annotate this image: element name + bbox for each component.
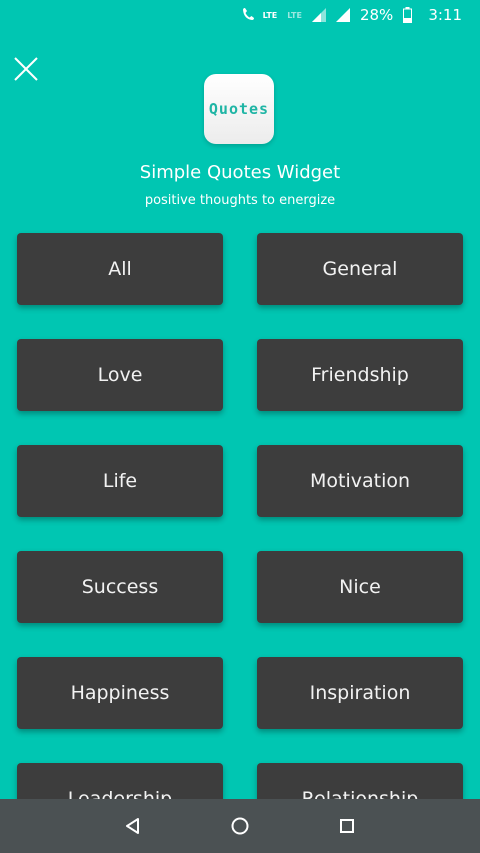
clock: 3:11 (428, 6, 462, 24)
status-bar: LTE LTE 28% 3:11 (0, 0, 480, 30)
app-subtitle: positive thoughts to energize (144, 193, 336, 208)
category-grid: All General Love Friendship Life Motivat… (17, 233, 463, 835)
back-button[interactable] (113, 806, 153, 846)
navigation-bar (0, 799, 480, 853)
back-icon (126, 818, 140, 834)
app-title: Simple Quotes Widget (139, 162, 341, 183)
category-button-happiness[interactable]: Happiness (17, 657, 223, 729)
category-button-nice[interactable]: Nice (257, 551, 463, 623)
lte-label: LTE (262, 10, 278, 20)
category-button-motivation[interactable]: Motivation (257, 445, 463, 517)
close-button[interactable] (12, 55, 40, 83)
category-button-life[interactable]: Life (17, 445, 223, 517)
category-button-love[interactable]: Love (17, 339, 223, 411)
lte-small-label: LTE (287, 10, 302, 20)
category-button-all[interactable]: All (17, 233, 223, 305)
category-button-general[interactable]: General (257, 233, 463, 305)
logo-text: Quotes (208, 100, 270, 118)
category-button-friendship[interactable]: Friendship (257, 339, 463, 411)
battery-icon (403, 7, 413, 23)
sim2-lte-icon: LTE (287, 11, 302, 20)
category-button-inspiration[interactable]: Inspiration (257, 657, 463, 729)
home-icon (231, 817, 249, 835)
close-icon (14, 57, 38, 81)
app-logo: Quotes (204, 74, 274, 144)
signal-icon (311, 8, 326, 22)
signal-icon-2 (335, 8, 350, 22)
phone-lte-icon: LTE (241, 7, 278, 23)
battery-percent: 28% (359, 6, 394, 24)
recents-button[interactable] (327, 806, 367, 846)
home-button[interactable] (220, 806, 260, 846)
category-button-success[interactable]: Success (17, 551, 223, 623)
recents-icon (339, 819, 354, 833)
